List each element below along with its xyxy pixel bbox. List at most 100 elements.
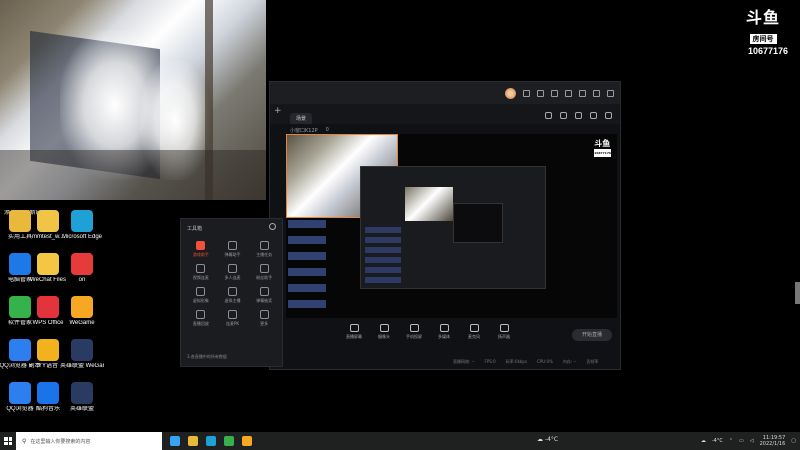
taskbar-search[interactable]: ⚲ 在这里输入你要搜索的内容 [16,432,162,450]
control-button[interactable]: 直播屏幕 [344,324,364,340]
taskbar-weather-widget[interactable]: ☁ -4°C [537,436,558,443]
toolbox-item[interactable]: 视频连麦 [185,264,217,281]
desktop-icon[interactable]: WeGame [60,296,104,327]
taskbar-app-icon[interactable] [170,436,180,446]
control-button[interactable]: 扬声器 [494,324,514,340]
network-icon[interactable]: ▭ [739,438,744,444]
tool-icon [259,241,269,250]
desktop-icon[interactable]: Microsoft Edge [60,210,104,241]
system-tray: ☁ -4°C ⌃ ▭ ◁ 11:19:57 2022/1/16 ▢ [701,432,796,450]
app-icon [71,253,93,275]
toolbox-item[interactable]: 更多 [248,310,280,327]
control-icon [409,324,419,332]
user-avatar[interactable] [505,87,516,99]
app-icon [71,382,93,404]
windows-icon [4,437,12,445]
toolbox-item[interactable]: 粉丝助手 [248,264,280,281]
tool-icon [227,241,237,250]
tool-icon [259,287,269,296]
toolbox-item[interactable]: 虚拟主播 [217,287,249,304]
tool-icon [196,310,206,319]
control-icon [439,324,449,332]
tray-weather[interactable]: -4°C [712,438,723,444]
lock-icon[interactable] [560,112,567,119]
app-icon [71,296,93,318]
logo-mark: 斗鱼 [745,8,780,27]
search-icon: ⚲ [22,437,27,445]
notification-icon[interactable]: ▢ [791,438,796,444]
toolbox-item[interactable]: 游戏助手 [185,241,217,258]
menu-icon[interactable] [565,89,572,97]
tool-icon [196,287,206,296]
logo-tag: 房间号 [749,34,777,44]
toolbox-item[interactable]: 连麦PK [217,310,249,327]
control-button[interactable]: 手机投屏 [404,324,424,340]
toolbox-item[interactable]: 弹幕抽奖 [248,287,280,304]
tool-icon [227,287,237,296]
maximize-icon[interactable] [593,89,600,97]
app-icon [37,253,59,275]
settings-icon[interactable] [551,89,558,97]
tab-scene[interactable]: 场景 [290,113,313,124]
side-collapse-tab[interactable] [795,282,800,304]
scene-source-label[interactable]: 小窗口K12P [290,127,318,134]
scene-count: 0 [325,127,329,133]
minimize-icon[interactable] [579,89,586,97]
preview-tools [545,112,612,119]
tool-icon [196,241,206,250]
control-icon [379,324,389,332]
toolbox-item[interactable]: 主播任务 [248,241,280,258]
toolbox-item[interactable]: 直播回放 [185,310,217,327]
share-icon[interactable] [605,112,612,119]
notes-icon[interactable] [575,112,582,119]
preview-canvas[interactable]: 斗鱼 10677176 [286,134,617,318]
app-icon [37,382,59,404]
taskbar-app-icon[interactable] [188,436,198,446]
toolbox-panel: 工具箱 游戏助手 弹幕助手 主播任务视频连麦 多人连麦 粉丝助手虚拟形象 虚拟主播 弹幕抽奖… [180,218,283,367]
tray-arrow-icon[interactable]: ⌃ [729,438,733,444]
message-icon[interactable] [537,89,544,97]
control-button[interactable]: 多媒体 [434,324,454,340]
nested-icons [365,227,401,287]
toolbox-item[interactable]: 虚拟形象 [185,287,217,304]
toolbox-footer: 3.各直播中的所有数据 [187,354,227,359]
bell-icon[interactable] [590,112,597,119]
desktop-icon[interactable]: 英雄联盟 [60,382,104,413]
toolbox-grid: 游戏助手 弹幕助手 主播任务视频连麦 多人连麦 粉丝助手虚拟形象 虚拟主播 弹幕抽奖直播回放… [185,241,280,327]
control-icon [469,324,479,332]
weather-cloud-icon[interactable]: ☁ [701,438,706,444]
close-icon[interactable] [607,89,614,97]
gift-icon[interactable] [545,112,552,119]
status-bar: 直播网络: -- FPS:0 码率:0kbps CPU:0% 内存: -- 丢帧… [453,359,599,364]
taskbar-app-icon[interactable] [206,436,216,446]
preview-desktop-icons [288,220,326,312]
douyu-logo: 斗鱼 房间号 [740,10,786,45]
control-button[interactable]: 摄像头 [374,324,394,340]
desktop-icon[interactable]: on [60,253,104,284]
desktop-icon[interactable]: 英雄联盟 WeGame版 [60,339,104,370]
start-button[interactable] [0,432,16,450]
toolbox-title: 工具箱 [187,226,203,232]
app-icon [37,296,59,318]
add-scene-icon[interactable]: + [274,106,282,116]
skin-icon[interactable] [523,89,530,97]
tool-icon [196,264,206,273]
toolbox-item[interactable]: 弹幕助手 [217,241,249,258]
tool-icon [259,310,269,319]
volume-icon[interactable]: ◁ [750,438,754,444]
taskbar: ⚲ 在这里输入你要搜索的内容 ☁ -4°C ⌃ ▭ ◁ 11:19:57 202… [0,432,800,450]
app-icon [37,210,59,232]
room-id: 10677176 [747,46,788,56]
taskbar-app-icon[interactable] [242,436,252,446]
start-live-button[interactable]: 开始直播 [572,329,612,341]
control-icon [349,324,359,332]
control-button[interactable]: 麦克风 [464,324,484,340]
preview-logo: 斗鱼 10677176 [594,139,611,157]
app-icon [71,210,93,232]
toolbox-item[interactable]: 多人连麦 [217,264,249,281]
clock[interactable]: 11:19:57 2022/1/16 [760,435,786,447]
toolbox-close-icon[interactable] [269,223,276,230]
taskbar-app-icon[interactable] [224,436,234,446]
app-icon [37,339,59,361]
tool-icon [227,264,237,273]
